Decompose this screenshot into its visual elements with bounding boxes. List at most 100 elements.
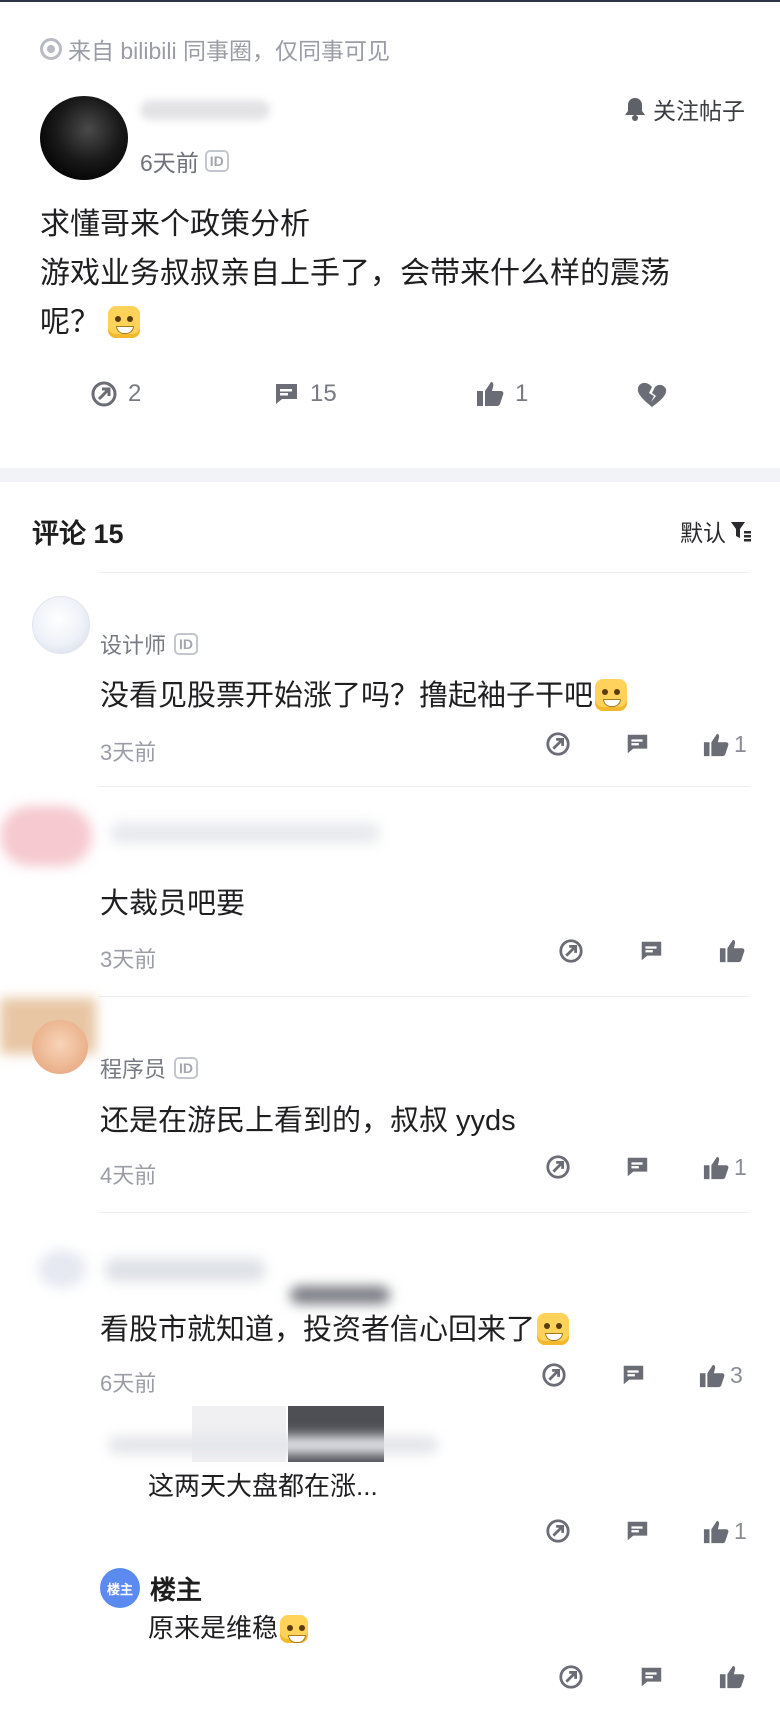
avatar[interactable] <box>40 96 128 180</box>
like-button[interactable] <box>718 938 746 964</box>
dislike-button[interactable] <box>636 380 668 408</box>
comment-icon <box>622 1365 644 1385</box>
post-actions: 2 15 1 <box>0 380 780 420</box>
avatar-blurred <box>38 1250 86 1288</box>
share-icon <box>546 1155 570 1179</box>
circle-dot-icon <box>40 38 62 60</box>
author-name-blurred <box>110 822 380 844</box>
id-badge: ID <box>204 150 229 172</box>
avatar-blurred <box>0 806 92 866</box>
post-line-3: 呢？ <box>40 298 740 347</box>
author-name-blurred <box>140 100 270 120</box>
share-button[interactable] <box>558 1664 584 1690</box>
filter-icon <box>731 522 751 542</box>
thumbs-up-icon <box>699 1364 725 1387</box>
share-icon <box>542 1363 566 1387</box>
thumbs-up-icon <box>719 1665 745 1689</box>
share-button[interactable] <box>558 938 584 964</box>
share-icon <box>559 1665 583 1689</box>
reply-author: 楼主 <box>150 1575 203 1605</box>
thinking-emoji-icon <box>108 306 141 338</box>
comment-icon <box>640 1667 662 1687</box>
divider <box>98 786 750 787</box>
like-count: 1 <box>734 731 747 757</box>
like-count: 3 <box>730 1362 743 1388</box>
share-icon <box>546 1519 570 1543</box>
like-button[interactable]: 1 <box>702 731 747 758</box>
comment-count: 15 <box>310 380 337 407</box>
author-name-blurred <box>105 1258 265 1282</box>
comment-author: 设计师 ID <box>100 628 199 660</box>
post-line-1: 求懂哥来个政策分析 <box>40 208 310 241</box>
share-button[interactable] <box>545 731 571 757</box>
comment-icon <box>626 1157 648 1177</box>
share-icon <box>91 381 117 407</box>
reply-button[interactable] <box>624 1518 650 1544</box>
sort-label: 默认 <box>680 520 726 546</box>
post-content: 求懂哥来个政策分析 游戏业务叔叔亲自上手了，会带来什么样的震荡 呢？ <box>40 200 740 347</box>
comment-button[interactable]: 15 <box>272 380 337 408</box>
section-divider <box>0 468 780 482</box>
comment-time: 3天前 <box>100 740 157 765</box>
grinning-emoji-icon <box>537 1313 570 1345</box>
top-divider <box>0 0 780 2</box>
op-badge-avatar: 楼主 <box>100 1568 140 1608</box>
like-button[interactable]: 3 <box>698 1362 743 1389</box>
reply-button[interactable] <box>638 938 664 964</box>
comment-icon <box>626 734 648 754</box>
share-count: 2 <box>128 380 142 407</box>
share-button[interactable] <box>541 1362 567 1388</box>
share-icon <box>559 939 583 963</box>
thumbs-up-icon <box>703 1520 729 1543</box>
divider <box>98 1212 750 1213</box>
sort-button[interactable]: 默认 <box>680 514 752 548</box>
reply-button[interactable] <box>624 1154 650 1180</box>
bell-icon <box>625 98 645 121</box>
like-count: 1 <box>515 380 529 407</box>
thumbs-up-icon <box>477 382 504 406</box>
like-button[interactable]: 1 <box>702 1518 747 1545</box>
share-button[interactable] <box>545 1518 571 1544</box>
reply-button[interactable] <box>620 1362 646 1388</box>
reply-text: 原来是维稳 <box>148 1608 309 1645</box>
comment-icon <box>626 1521 648 1541</box>
like-button[interactable]: 1 <box>475 380 528 408</box>
comment-text: 还是在游民上看到的，叔叔 yyds <box>100 1105 516 1137</box>
like-count: 1 <box>734 1154 747 1180</box>
avatar[interactable] <box>32 1020 88 1074</box>
reply-text: 这两天大盘都在涨... <box>148 1471 378 1501</box>
share-button[interactable] <box>545 1154 571 1180</box>
grinning-emoji-icon <box>280 1615 309 1643</box>
source-text: 来自 bilibili 同事圈，仅同事可见 <box>68 38 391 64</box>
follow-post-button[interactable]: 关注帖子 <box>623 92 745 126</box>
id-badge: ID <box>174 633 199 655</box>
follow-label: 关注帖子 <box>653 98 745 124</box>
like-button[interactable]: 1 <box>702 1154 747 1181</box>
divider <box>98 996 750 997</box>
comment-icon <box>275 384 297 404</box>
comment-text: 大裁员吧要 <box>100 888 246 920</box>
comment-time: 6天前 <box>100 1371 157 1396</box>
thumbs-up-icon <box>703 1156 729 1179</box>
comment-text: 看股市就知道，投资者信心回来了 <box>100 1306 570 1348</box>
divider <box>98 572 750 573</box>
post-line-2: 游戏业务叔叔亲自上手了，会带来什么样的震荡 <box>40 257 670 290</box>
avatar[interactable] <box>32 596 90 654</box>
id-badge: ID <box>174 1057 199 1079</box>
comment-time: 4天前 <box>100 1163 157 1188</box>
post-meta: 6天前 ID <box>140 144 229 178</box>
reply-author-blurred <box>108 1436 438 1454</box>
post-time: 6天前 <box>140 150 199 176</box>
reply-button[interactable] <box>624 731 650 757</box>
like-button[interactable] <box>718 1664 746 1690</box>
laughing-emoji-icon <box>595 679 628 711</box>
broken-heart-icon <box>637 382 667 407</box>
share-button[interactable]: 2 <box>90 380 141 408</box>
like-count: 1 <box>734 1518 747 1544</box>
thumbs-up-icon <box>703 733 729 756</box>
comment-time: 3天前 <box>100 947 157 972</box>
post-source: 来自 bilibili 同事圈，仅同事可见 <box>40 34 390 64</box>
comments-title: 评论 15 <box>32 519 124 549</box>
reply-button[interactable] <box>638 1664 664 1690</box>
blurred-patch <box>290 1286 390 1304</box>
